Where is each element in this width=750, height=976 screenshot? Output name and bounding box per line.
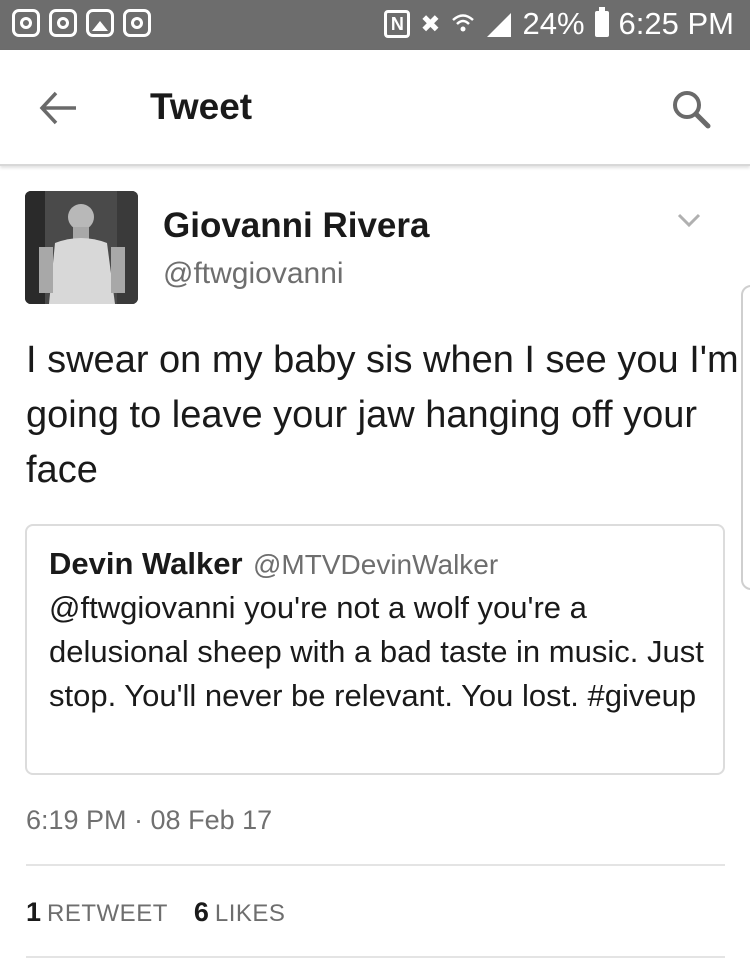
author-name[interactable]: Giovanni Rivera	[163, 206, 429, 246]
instagram-icon	[12, 9, 40, 37]
likes-stat[interactable]: 6 LIKES	[194, 897, 286, 928]
quoted-author-name: Devin Walker	[49, 546, 243, 581]
battery-percent: 24%	[522, 6, 585, 41]
tweet-timestamp: 6:19 PM · 08 Feb 17	[26, 805, 273, 835]
page-title: Tweet	[150, 86, 253, 127]
nfc-icon: N	[384, 10, 411, 38]
status-bar: N ✖ 24% 6:25 PM	[0, 0, 750, 50]
scroll-handle[interactable]	[741, 285, 750, 590]
notification-icons	[12, 9, 151, 37]
instagram-icon	[123, 9, 151, 37]
signal-icon	[486, 13, 511, 37]
battery-icon	[594, 7, 609, 37]
retweets-stat[interactable]: 1 RETWEET	[26, 897, 168, 928]
quoted-author-handle: @MTVDevinWalker	[253, 549, 499, 580]
search-icon[interactable]	[670, 88, 712, 130]
likes-count: 6	[193, 897, 209, 927]
retweets-label: RETWEET	[47, 900, 168, 927]
mute-icon: ✖	[420, 10, 441, 38]
status-time: 6:25 PM	[618, 6, 734, 41]
divider	[26, 864, 725, 866]
quoted-tweet-header: Devin Walker @MTVDevinWalker	[49, 546, 498, 582]
quoted-tweet-text: @ftwgiovanni you're not a wolf you're a …	[49, 590, 704, 713]
quoted-tweet[interactable]: Devin Walker @MTVDevinWalker @ftwgiovann…	[25, 524, 725, 775]
avatar-image	[25, 191, 138, 304]
likes-label: LIKES	[214, 900, 286, 927]
divider	[26, 956, 725, 958]
gallery-icon	[86, 9, 114, 37]
wifi-icon	[451, 14, 474, 32]
system-icons: N ✖ 24% 6:25 PM	[384, 6, 734, 42]
chevron-down-icon[interactable]	[676, 210, 702, 230]
tweet-stats: 1 RETWEET 6 LIKES	[26, 897, 311, 928]
avatar[interactable]	[25, 191, 138, 304]
app-bar: Tweet	[0, 50, 750, 166]
tweet-text: I swear on my baby sis when I see you I'…	[26, 339, 739, 491]
arrow-left-icon[interactable]	[38, 90, 78, 126]
author-handle[interactable]: @ftwgiovanni	[163, 257, 344, 291]
instagram-icon	[49, 9, 77, 37]
retweets-count: 1	[26, 897, 42, 927]
